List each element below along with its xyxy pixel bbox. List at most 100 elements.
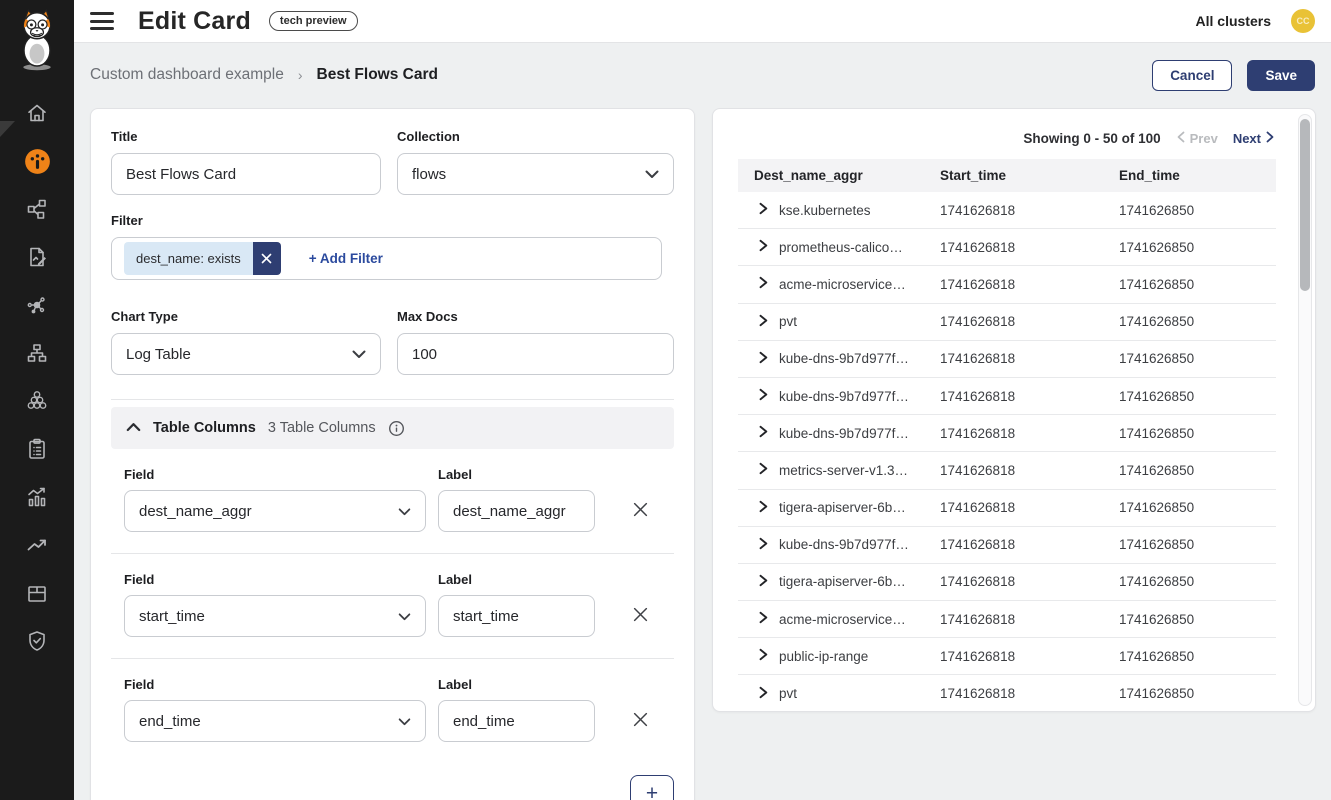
start-time-cell: 1741626818 bbox=[924, 203, 1103, 218]
next-page-button[interactable]: Next bbox=[1233, 131, 1274, 146]
table-row[interactable]: kube-dns-9b7d977f… 1741626818 1741626850 bbox=[738, 378, 1276, 415]
table-columns-accordion[interactable]: Table Columns 3 Table Columns bbox=[111, 407, 674, 449]
expand-row-chevron-icon[interactable] bbox=[759, 314, 768, 330]
cancel-button[interactable]: Cancel bbox=[1152, 60, 1232, 91]
table-row[interactable]: kube-dns-9b7d977f… 1741626818 1741626850 bbox=[738, 527, 1276, 564]
dest-name-cell: kube-dns-9b7d977f… bbox=[779, 389, 909, 404]
prev-page-button[interactable]: Prev bbox=[1177, 131, 1218, 146]
title-input[interactable] bbox=[111, 153, 381, 195]
calico-cat-logo[interactable] bbox=[0, 0, 74, 80]
filter-chip-text: dest_name: exists bbox=[124, 242, 253, 275]
cluster-selector[interactable]: All clusters bbox=[1196, 13, 1271, 29]
expand-row-chevron-icon[interactable] bbox=[759, 239, 768, 255]
breadcrumb-current: Best Flows Card bbox=[317, 66, 438, 84]
sidebar-item-compliance[interactable] bbox=[0, 617, 74, 665]
avatar[interactable]: CC bbox=[1291, 9, 1315, 33]
breadcrumb: Custom dashboard example › Best Flows Ca… bbox=[90, 66, 438, 84]
scrollbar-thumb[interactable] bbox=[1300, 119, 1310, 291]
sidebar-item-logs[interactable] bbox=[0, 233, 74, 281]
expand-row-chevron-icon[interactable] bbox=[759, 351, 768, 367]
sidebar-item-policies[interactable] bbox=[0, 425, 74, 473]
remove-column-button[interactable] bbox=[628, 497, 653, 525]
start-time-cell: 1741626818 bbox=[924, 686, 1103, 701]
save-button[interactable]: Save bbox=[1247, 60, 1315, 91]
chevron-down-icon bbox=[352, 346, 366, 363]
field-select[interactable]: end_time bbox=[124, 700, 426, 742]
expand-row-chevron-icon[interactable] bbox=[759, 388, 768, 404]
sidebar-item-clusters[interactable] bbox=[0, 377, 74, 425]
chevron-down-icon bbox=[398, 503, 411, 520]
start-time-cell: 1741626818 bbox=[924, 537, 1103, 552]
start-time-cell: 1741626818 bbox=[924, 649, 1103, 664]
divider bbox=[111, 399, 674, 400]
sidebar-item-trends[interactable] bbox=[0, 521, 74, 569]
column-header-start-time: Start_time bbox=[924, 168, 1103, 183]
table-row[interactable]: prometheus-calico… 1741626818 1741626850 bbox=[738, 229, 1276, 266]
remove-filter-button[interactable] bbox=[253, 242, 281, 275]
sitemap-icon bbox=[25, 341, 49, 365]
table-row[interactable]: pvt 1741626818 1741626850 bbox=[738, 675, 1276, 712]
sidebar-item-home[interactable] bbox=[0, 89, 74, 137]
chevron-left-icon bbox=[1177, 131, 1185, 146]
trend-icon bbox=[25, 533, 49, 557]
table-columns-title: Table Columns bbox=[153, 420, 256, 436]
collection-select[interactable]: flows bbox=[397, 153, 674, 195]
field-select[interactable]: dest_name_aggr bbox=[124, 490, 426, 532]
table-row[interactable]: acme-microservice… 1741626818 1741626850 bbox=[738, 601, 1276, 638]
expand-row-chevron-icon[interactable] bbox=[759, 686, 768, 702]
table-row[interactable]: kube-dns-9b7d977f… 1741626818 1741626850 bbox=[738, 341, 1276, 378]
info-icon[interactable] bbox=[388, 420, 405, 437]
filter-box[interactable]: dest_name: exists + Add Filter bbox=[111, 237, 662, 280]
expand-row-chevron-icon[interactable] bbox=[759, 648, 768, 664]
expand-row-chevron-icon[interactable] bbox=[759, 462, 768, 478]
table-row[interactable]: pvt 1741626818 1741626850 bbox=[738, 304, 1276, 341]
home-icon bbox=[25, 101, 49, 125]
remove-column-button[interactable] bbox=[628, 707, 653, 735]
chart-type-select[interactable]: Log Table bbox=[111, 333, 381, 375]
sidebar-item-service-graph[interactable] bbox=[0, 185, 74, 233]
expand-row-chevron-icon[interactable] bbox=[759, 611, 768, 627]
expand-row-chevron-icon[interactable] bbox=[759, 537, 768, 553]
table-row[interactable]: tigera-apiserver-6b… 1741626818 17416268… bbox=[738, 564, 1276, 601]
preview-scrollbar[interactable] bbox=[1298, 114, 1312, 706]
expand-row-chevron-icon[interactable] bbox=[759, 500, 768, 516]
sidebar-item-flow-visualizations[interactable] bbox=[0, 281, 74, 329]
label-input[interactable]: dest_name_aggr bbox=[438, 490, 595, 532]
start-time-cell: 1741626818 bbox=[924, 612, 1103, 627]
table-row[interactable]: tigera-apiserver-6b… 1741626818 17416268… bbox=[738, 490, 1276, 527]
label-input[interactable]: start_time bbox=[438, 595, 595, 637]
sidebar-item-dashboards[interactable] bbox=[0, 137, 74, 185]
table-row[interactable]: acme-microservice… 1741626818 1741626850 bbox=[738, 266, 1276, 303]
breadcrumb-parent[interactable]: Custom dashboard example bbox=[90, 66, 284, 84]
end-time-cell: 1741626850 bbox=[1103, 277, 1276, 292]
table-row[interactable]: kse.kubernetes 1741626818 1741626850 bbox=[738, 192, 1276, 229]
max-docs-input[interactable] bbox=[397, 333, 674, 375]
chevron-down-icon bbox=[398, 713, 411, 730]
remove-column-button[interactable] bbox=[628, 602, 653, 630]
add-column-button[interactable]: + bbox=[630, 775, 674, 800]
clipboard-icon bbox=[25, 437, 49, 461]
add-filter-button[interactable]: + Add Filter bbox=[309, 251, 383, 266]
end-time-cell: 1741626850 bbox=[1103, 649, 1276, 664]
expand-row-chevron-icon[interactable] bbox=[759, 202, 768, 218]
sidebar-item-statistics[interactable] bbox=[0, 473, 74, 521]
table-row[interactable]: kube-dns-9b7d977f… 1741626818 1741626850 bbox=[738, 415, 1276, 452]
end-time-cell: 1741626850 bbox=[1103, 426, 1276, 441]
label-input[interactable]: end_time bbox=[438, 700, 595, 742]
hamburger-menu-icon[interactable] bbox=[90, 12, 114, 30]
expand-row-chevron-icon[interactable] bbox=[759, 276, 768, 292]
expand-row-chevron-icon[interactable] bbox=[759, 574, 768, 590]
start-time-cell: 1741626818 bbox=[924, 574, 1103, 589]
expand-row-chevron-icon[interactable] bbox=[759, 425, 768, 441]
statistics-icon bbox=[25, 485, 49, 509]
page-title: Edit Card bbox=[138, 7, 251, 36]
field-label: Field bbox=[124, 467, 426, 482]
sidebar-item-packages[interactable] bbox=[0, 569, 74, 617]
chevron-down-icon bbox=[645, 166, 659, 183]
logs-icon bbox=[25, 245, 49, 269]
sidebar-item-hierarchy[interactable] bbox=[0, 329, 74, 377]
table-row[interactable]: metrics-server-v1.3… 1741626818 17416268… bbox=[738, 452, 1276, 489]
column-header-end-time: End_time bbox=[1103, 168, 1276, 183]
field-select[interactable]: start_time bbox=[124, 595, 426, 637]
table-row[interactable]: public-ip-range 1741626818 1741626850 bbox=[738, 638, 1276, 675]
